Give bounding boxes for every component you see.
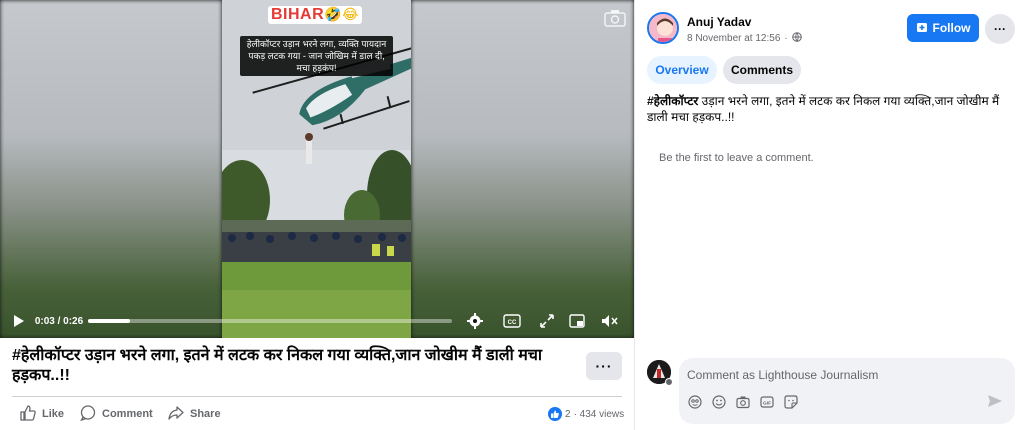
post-viewer: BIHAR🤣😂 हेलीकॉप्टर उड़ान भरने लगा, व्यक्… — [0, 0, 1022, 430]
share-arrow-icon — [168, 405, 184, 424]
comment-bubble-icon — [80, 404, 96, 424]
like-label: Like — [42, 408, 65, 420]
overlay-caption: हेलीकॉप्टर उड़ान भरने लगा, व्यक्ति पायदा… — [240, 36, 393, 76]
avatar-sticker-icon[interactable] — [687, 394, 703, 410]
comment-input[interactable]: Comment as Lighthouse Journalism — [687, 368, 878, 382]
video-backdrop-right — [411, 0, 634, 338]
video-controls: 0:03 / 0:26 CC — [0, 304, 634, 338]
camera-icon[interactable] — [735, 394, 751, 410]
hashtag-link[interactable]: #हेलीकॉप्टर — [647, 94, 698, 108]
overlay-badge: BIHAR🤣😂 — [268, 6, 362, 24]
divider — [12, 396, 622, 397]
avatar[interactable] — [647, 12, 679, 44]
comment-label: Comment — [102, 408, 153, 420]
svg-text:GIF: GIF — [763, 400, 771, 406]
follow-button[interactable]: Follow — [907, 14, 979, 42]
like-button[interactable]: Like — [20, 404, 64, 424]
gif-icon[interactable]: GIF — [759, 394, 775, 410]
globe-icon — [791, 32, 802, 45]
settings-gear-icon[interactable] — [466, 312, 484, 330]
progress-fill — [88, 319, 130, 323]
post-meta: 8 November at 12:56 · — [687, 32, 802, 45]
camera-icon[interactable] — [604, 9, 626, 27]
follow-page-icon — [916, 21, 928, 36]
video-frame: BIHAR🤣😂 हेलीकॉप्टर उड़ान भरने लगा, व्यक्… — [222, 0, 411, 338]
post-more-button[interactable]: ··· — [586, 352, 622, 380]
sticker-icon[interactable] — [783, 394, 799, 410]
send-icon[interactable] — [987, 394, 1005, 410]
comment-button[interactable]: Comment — [80, 404, 153, 424]
post-description-text: उड़ान भरने लगा, इतने में लटक कर निकल गया… — [647, 94, 1000, 124]
overlay-emoji: 🤣😂 — [324, 6, 359, 22]
post-sidebar: Anuj Yadav 8 November at 12:56 · Follow … — [634, 0, 1022, 430]
pip-icon[interactable] — [568, 312, 586, 330]
sidebar-more-button[interactable]: ··· — [985, 14, 1015, 44]
svg-text:CC: CC — [508, 320, 517, 326]
video-backdrop-left — [0, 0, 222, 338]
tab-comments[interactable]: Comments — [723, 56, 801, 84]
post-description: #हेलीकॉप्टर उड़ान भरने लगा, इतने में लटक… — [647, 93, 1017, 125]
like-reaction-icon — [548, 407, 562, 421]
post-date[interactable]: 8 November at 12:56 — [687, 33, 780, 44]
author-name[interactable]: Anuj Yadav — [687, 15, 751, 29]
play-icon[interactable] — [12, 312, 26, 330]
share-button[interactable]: Share — [168, 404, 221, 424]
video-time: 0:03 / 0:26 — [34, 315, 84, 327]
video-player[interactable]: BIHAR🤣😂 हेलीकॉप्टर उड़ान भरने लगा, व्यक्… — [0, 0, 634, 338]
expand-icon[interactable] — [538, 312, 556, 330]
reactions-summary[interactable]: 2 · 434 views — [548, 406, 624, 422]
thumbs-up-icon — [20, 404, 36, 424]
progress-bar[interactable] — [88, 319, 452, 323]
empty-comments-text: Be the first to leave a comment. — [659, 152, 814, 164]
status-dot-icon — [665, 378, 673, 386]
share-label: Share — [190, 408, 221, 420]
follow-label: Follow — [932, 21, 971, 35]
view-count: · 434 views — [573, 408, 625, 420]
tab-overview[interactable]: Overview — [647, 56, 717, 84]
emoji-icon[interactable] — [711, 394, 727, 410]
comment-composer[interactable]: Comment as Lighthouse Journalism GIF — [679, 358, 1015, 424]
captions-icon[interactable]: CC — [502, 312, 522, 330]
reaction-count: 2 — [565, 408, 571, 420]
composer-toolbar: GIF — [687, 394, 799, 410]
post-main: BIHAR🤣😂 हेलीकॉप्टर उड़ान भरने लगा, व्यक्… — [0, 0, 634, 430]
post-title: #हेलीकॉप्टर उड़ान भरने लगा, इतने में लटक… — [12, 347, 543, 384]
mute-icon[interactable] — [600, 312, 620, 330]
